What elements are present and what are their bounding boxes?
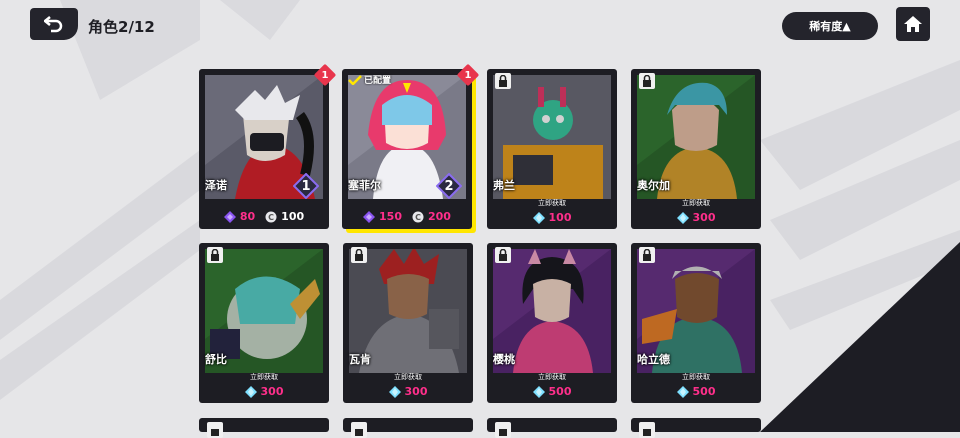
lock-icon: [495, 247, 511, 263]
unlock-label: 立即获取: [682, 199, 710, 207]
coin-cost: C 100: [265, 210, 304, 223]
character-card-olga[interactable]: 奥尔加 立即获取 300: [631, 69, 761, 229]
character-name: 哈立德: [637, 353, 670, 366]
character-card-row3[interactable]: [343, 418, 473, 438]
character-card-vulcan[interactable]: 瓦肯 立即获取 300: [343, 243, 473, 403]
back-arrow-icon: [44, 16, 63, 33]
lock-icon: [207, 247, 223, 263]
character-name: 塞菲尔: [348, 179, 381, 192]
unlock-label: 立即获取: [394, 373, 422, 381]
home-icon: [904, 16, 922, 32]
unlock-cost: 500: [487, 385, 617, 398]
unlock-label: 立即获取: [682, 373, 710, 381]
character-count: 2/12: [118, 18, 155, 36]
character-card-fran[interactable]: 弗兰 立即获取 100: [487, 69, 617, 229]
crystal-icon: [532, 211, 545, 224]
unlock-label: 立即获取: [538, 373, 566, 381]
check-icon: [348, 74, 362, 85]
notification-count: 1: [321, 69, 329, 81]
background-decoration: [0, 0, 960, 432]
coin-cost: C 200: [412, 210, 451, 223]
character-name: 弗兰: [493, 179, 515, 192]
character-card-shubi[interactable]: 舒比 立即获取 300: [199, 243, 329, 403]
character-card-row3[interactable]: [487, 418, 617, 438]
page-title: 角色2/12: [88, 16, 155, 37]
character-card-row3[interactable]: [631, 418, 761, 438]
crystal-icon: [388, 385, 401, 398]
unlock-cost: 300: [199, 385, 329, 398]
title-label: 角色: [88, 18, 119, 36]
character-card-sephiel[interactable]: 已配置 塞菲尔 2 150 C 200 1: [342, 63, 480, 229]
lock-icon: [639, 422, 655, 438]
lock-icon: [639, 73, 655, 89]
cost-row: 80 C 100: [199, 210, 329, 223]
character-card-khalid[interactable]: 哈立德 立即获取 500: [631, 243, 761, 403]
unlock-cost: 300: [343, 385, 473, 398]
lock-icon: [495, 422, 511, 438]
level-badge: 2: [435, 172, 463, 200]
character-name: 瓦肯: [349, 353, 371, 366]
coin-icon: C: [412, 211, 424, 222]
character-card-cherry[interactable]: 樱桃 立即获取 500: [487, 243, 617, 403]
crystal-icon: [532, 385, 545, 398]
purple-gem-icon: [223, 210, 236, 223]
crystal-icon: [676, 385, 689, 398]
cost-row: 150 C 200: [342, 210, 472, 223]
back-button[interactable]: [30, 8, 78, 40]
crystal-icon: [244, 385, 257, 398]
svg-text:C: C: [268, 213, 274, 222]
level-badge: 1: [292, 172, 320, 200]
lock-icon: [495, 73, 511, 89]
dark-corner-decoration: [760, 242, 960, 432]
home-button[interactable]: [896, 7, 930, 41]
unlock-label: 立即获取: [538, 199, 566, 207]
character-card-row3[interactable]: [199, 418, 329, 438]
top-bar: 角色2/12 稀有度▲: [0, 0, 960, 50]
purple-gem-icon: [363, 210, 376, 223]
character-name: 奥尔加: [637, 179, 670, 192]
gem-cost: 150: [363, 210, 402, 223]
crystal-icon: [676, 211, 689, 224]
character-name: 泽诺: [205, 179, 227, 192]
character-name: 舒比: [205, 353, 227, 366]
unlock-cost: 100: [487, 211, 617, 224]
unlock-cost: 300: [631, 211, 761, 224]
unlock-cost: 500: [631, 385, 761, 398]
lock-icon: [207, 422, 223, 438]
sort-label: 稀有度▲: [809, 20, 851, 33]
unlock-label: 立即获取: [250, 373, 278, 381]
coin-icon: C: [265, 211, 277, 222]
notification-count: 1: [464, 69, 472, 81]
sort-rarity-button[interactable]: 稀有度▲: [782, 12, 878, 40]
lock-icon: [351, 247, 367, 263]
character-name: 樱桃: [493, 353, 515, 366]
gem-cost: 80: [223, 210, 255, 223]
equipped-tag: 已配置: [348, 73, 391, 86]
character-card-zeno[interactable]: 泽诺 1 80 C 100 1: [199, 63, 337, 229]
lock-icon: [639, 247, 655, 263]
lock-icon: [351, 422, 367, 438]
svg-text:C: C: [415, 213, 421, 222]
